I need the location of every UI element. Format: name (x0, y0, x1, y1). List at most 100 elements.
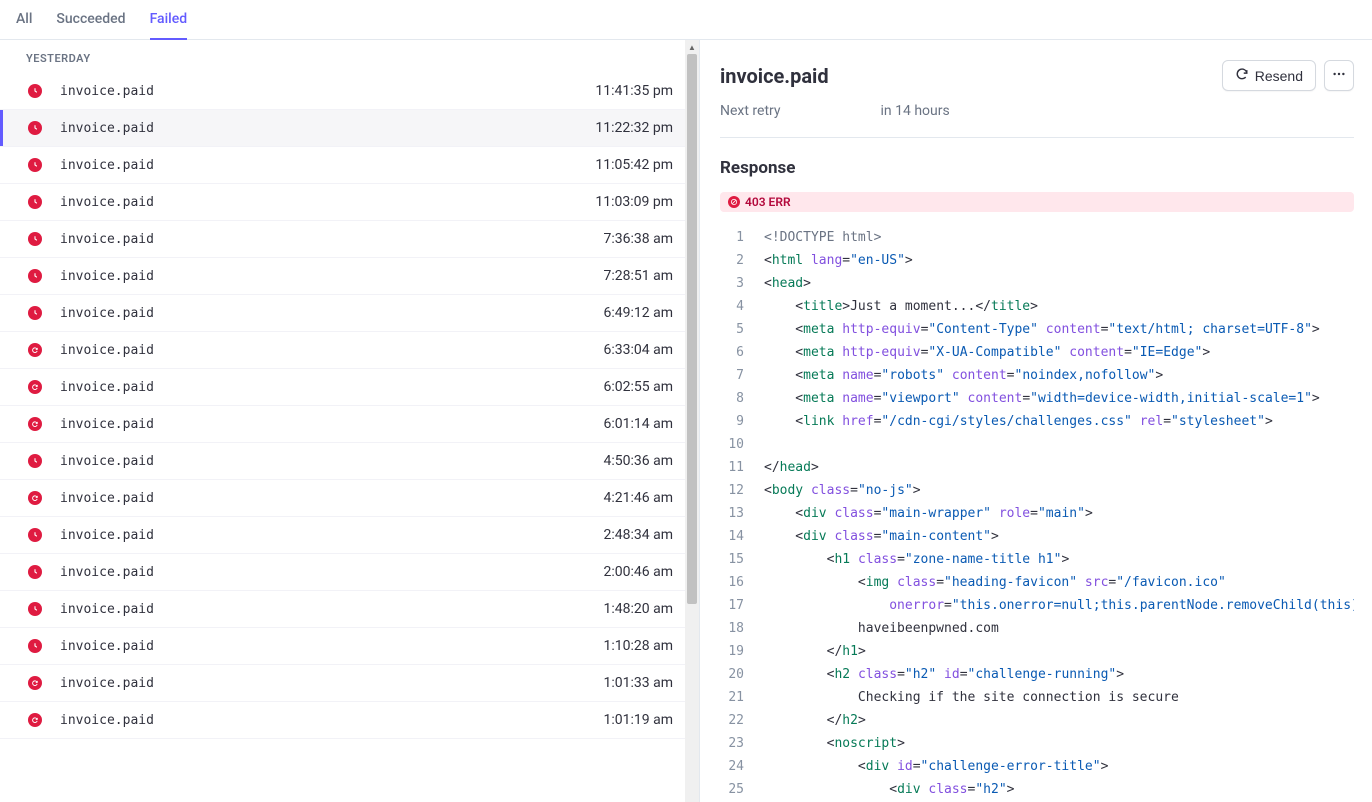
retry-icon (28, 380, 42, 394)
line-number: 13 (720, 502, 744, 525)
code-line: 8 <meta name="viewport" content="width=d… (720, 387, 1354, 410)
event-time: 6:33:04 am (604, 342, 674, 358)
retry-icon (28, 676, 42, 690)
clock-icon (28, 306, 42, 320)
code-line: 6 <meta http-equiv="X-UA-Compatible" con… (720, 341, 1354, 364)
status-badge-text: 403 ERR (745, 195, 791, 209)
event-row[interactable]: invoice.paid1:48:20 am (0, 591, 699, 628)
divider (720, 137, 1354, 138)
code-line: 18 haveibeenpwned.com (720, 617, 1354, 640)
event-time: 4:50:36 am (604, 453, 674, 469)
event-row[interactable]: invoice.paid6:49:12 am (0, 295, 699, 332)
scrollbar-thumb[interactable] (687, 54, 697, 604)
code-line: 7 <meta name="robots" content="noindex,n… (720, 364, 1354, 387)
line-number: 24 (720, 755, 744, 778)
event-time: 6:49:12 am (604, 305, 674, 321)
event-row[interactable]: invoice.paid4:50:36 am (0, 443, 699, 480)
event-name: invoice.paid (60, 602, 604, 617)
refresh-icon (1235, 67, 1249, 84)
resend-button[interactable]: Resend (1222, 60, 1316, 91)
line-number: 6 (720, 341, 744, 364)
line-number: 2 (720, 249, 744, 272)
event-row[interactable]: invoice.paid11:22:32 pm (0, 110, 699, 147)
scrollbar[interactable]: ▲ (685, 40, 699, 802)
more-button[interactable] (1324, 60, 1354, 91)
clock-icon (28, 454, 42, 468)
event-name: invoice.paid (60, 269, 604, 284)
event-row[interactable]: invoice.paid7:28:51 am (0, 258, 699, 295)
event-row[interactable]: invoice.paid1:01:33 am (0, 665, 699, 702)
line-number: 23 (720, 732, 744, 755)
line-number: 17 (720, 594, 744, 617)
event-time: 7:36:38 am (604, 231, 674, 247)
event-row[interactable]: invoice.paid2:48:34 am (0, 517, 699, 554)
event-row[interactable]: invoice.paid11:05:42 pm (0, 147, 699, 184)
event-name: invoice.paid (60, 565, 604, 580)
code-line: 10 (720, 433, 1354, 456)
error-icon (728, 196, 740, 208)
code-line: 22 </h2> (720, 709, 1354, 732)
more-icon (1332, 67, 1346, 84)
line-number: 15 (720, 548, 744, 571)
clock-icon (28, 602, 42, 616)
event-name: invoice.paid (60, 84, 595, 99)
event-name: invoice.paid (60, 158, 595, 173)
resend-label: Resend (1255, 68, 1303, 84)
event-name: invoice.paid (60, 343, 604, 358)
line-number: 19 (720, 640, 744, 663)
event-detail-panel: invoice.paid Resend Next retry in 14 hou… (700, 40, 1372, 802)
code-line: 9 <link href="/cdn-cgi/styles/challenges… (720, 410, 1354, 433)
event-name: invoice.paid (60, 676, 604, 691)
code-line: 23 <noscript> (720, 732, 1354, 755)
event-time: 7:28:51 am (604, 268, 674, 284)
clock-icon (28, 528, 42, 542)
code-line: 13 <div class="main-wrapper" role="main"… (720, 502, 1354, 525)
filter-tabs: All Succeeded Failed (0, 0, 1372, 40)
event-row[interactable]: invoice.paid6:02:55 am (0, 369, 699, 406)
clock-icon (28, 158, 42, 172)
response-section-title: Response (720, 158, 1354, 178)
scrollbar-up-icon[interactable]: ▲ (685, 40, 699, 54)
code-line: 11</head> (720, 456, 1354, 479)
code-line: 1<!DOCTYPE html> (720, 226, 1354, 249)
event-name: invoice.paid (60, 639, 604, 654)
code-line: 25 <div class="h2"> (720, 778, 1354, 801)
line-number: 10 (720, 433, 744, 456)
status-badge: 403 ERR (720, 192, 1354, 212)
line-number: 12 (720, 479, 744, 502)
event-name: invoice.paid (60, 232, 604, 247)
clock-icon (28, 195, 42, 209)
event-name: invoice.paid (60, 491, 604, 506)
tab-succeeded[interactable]: Succeeded (56, 0, 125, 40)
code-line: 3<head> (720, 272, 1354, 295)
code-line: 14 <div class="main-content"> (720, 525, 1354, 548)
event-time: 11:41:35 pm (595, 83, 673, 99)
event-name: invoice.paid (60, 195, 595, 210)
code-line: 24 <div id="challenge-error-title"> (720, 755, 1354, 778)
line-number: 21 (720, 686, 744, 709)
tab-all[interactable]: All (16, 0, 32, 40)
event-row[interactable]: invoice.paid6:01:14 am (0, 406, 699, 443)
clock-icon (28, 639, 42, 653)
event-row[interactable]: invoice.paid2:00:46 am (0, 554, 699, 591)
detail-title: invoice.paid (720, 64, 829, 88)
tab-failed[interactable]: Failed (150, 0, 188, 40)
code-line: 15 <h1 class="zone-name-title h1"> (720, 548, 1354, 571)
event-row[interactable]: invoice.paid7:36:38 am (0, 221, 699, 258)
event-name: invoice.paid (60, 417, 604, 432)
line-number: 22 (720, 709, 744, 732)
event-row[interactable]: invoice.paid6:33:04 am (0, 332, 699, 369)
line-number: 16 (720, 571, 744, 594)
event-row[interactable]: invoice.paid11:03:09 pm (0, 184, 699, 221)
line-number: 7 (720, 364, 744, 387)
code-line: 17 onerror="this.onerror=null;this.paren… (720, 594, 1354, 617)
response-body[interactable]: 1<!DOCTYPE html>2<html lang="en-US">3<he… (720, 226, 1354, 802)
event-time: 1:01:33 am (604, 675, 674, 691)
event-row[interactable]: invoice.paid1:10:28 am (0, 628, 699, 665)
event-time: 11:22:32 pm (595, 120, 673, 136)
event-row[interactable]: invoice.paid11:41:35 pm (0, 73, 699, 110)
event-row[interactable]: invoice.paid1:01:19 am (0, 702, 699, 739)
line-number: 4 (720, 295, 744, 318)
event-row[interactable]: invoice.paid4:21:46 am (0, 480, 699, 517)
line-number: 25 (720, 778, 744, 801)
